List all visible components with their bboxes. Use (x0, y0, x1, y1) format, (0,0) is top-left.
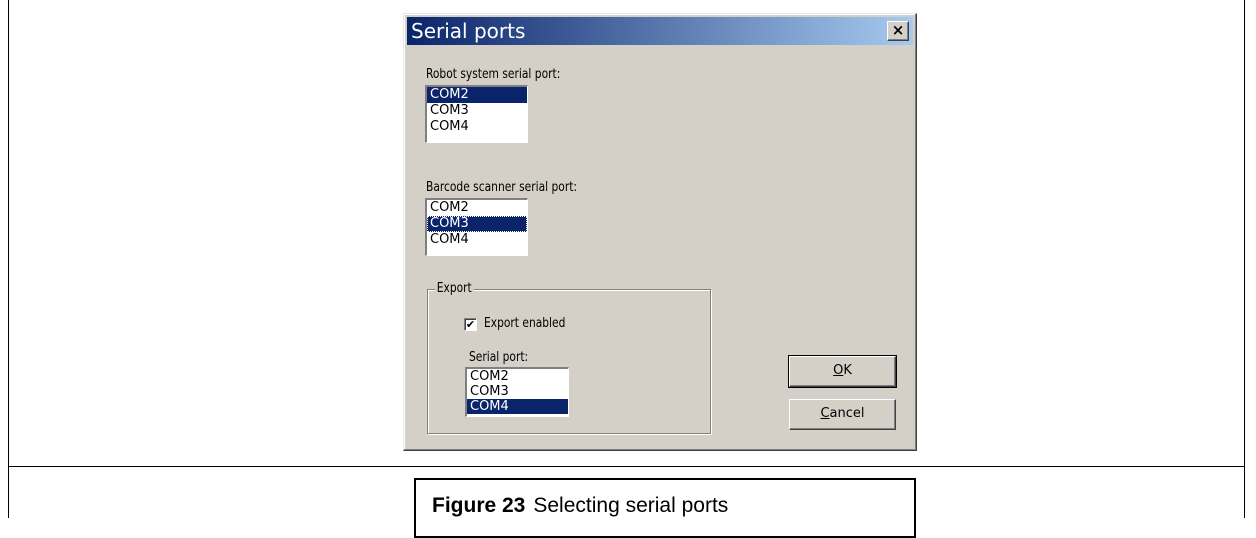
barcode-port-option-com4[interactable]: COM4 (427, 232, 527, 248)
barcode-port-label: Barcode scanner serial port: (426, 179, 578, 195)
barcode-port-listbox[interactable]: COM2 COM3 COM4 (424, 197, 529, 257)
robot-port-option-com2[interactable]: COM2 (427, 87, 527, 103)
robot-port-label: Robot system serial port: (426, 66, 561, 82)
caption-line: Figure 23 Selecting serial ports (432, 494, 728, 518)
page-divider (8, 466, 1245, 467)
export-port-listbox[interactable]: COM2 COM3 COM4 (464, 366, 570, 418)
dialog-title: Serial ports (411, 19, 526, 43)
barcode-port-option-com3[interactable]: COM3 (427, 216, 527, 232)
cancel-accel: C (820, 406, 830, 421)
export-group-label: Export (435, 280, 474, 296)
barcode-port-option-com2[interactable]: COM2 (427, 200, 527, 216)
cancel-label-rest: ancel (829, 406, 865, 421)
figure-number: Figure 23 (432, 494, 526, 517)
dialog-titlebar[interactable]: Serial ports × (407, 17, 913, 45)
ok-label-rest: K (843, 363, 852, 378)
serial-ports-dialog: Serial ports × Robot system serial port:… (403, 13, 917, 451)
cancel-button[interactable]: Cancel (789, 399, 896, 430)
export-serial-port-label: Serial port: (469, 349, 529, 365)
ok-accel: O (833, 363, 844, 378)
export-enabled-label[interactable]: Export enabled (484, 315, 565, 331)
ok-button[interactable]: OK (788, 355, 897, 388)
export-port-option-com2[interactable]: COM2 (467, 369, 568, 384)
caption-text: Selecting serial ports (533, 494, 729, 517)
robot-port-listbox[interactable]: COM2 COM3 COM4 (424, 84, 529, 144)
export-port-option-com4[interactable]: COM4 (467, 399, 568, 414)
close-icon[interactable]: × (887, 21, 909, 41)
export-enabled-checkbox[interactable]: ✔ (464, 318, 477, 331)
robot-port-option-com3[interactable]: COM3 (427, 103, 527, 119)
export-port-option-com3[interactable]: COM3 (467, 384, 568, 399)
figure-caption: Figure 23 Selecting serial ports (414, 478, 916, 538)
robot-port-option-com4[interactable]: COM4 (427, 119, 527, 135)
